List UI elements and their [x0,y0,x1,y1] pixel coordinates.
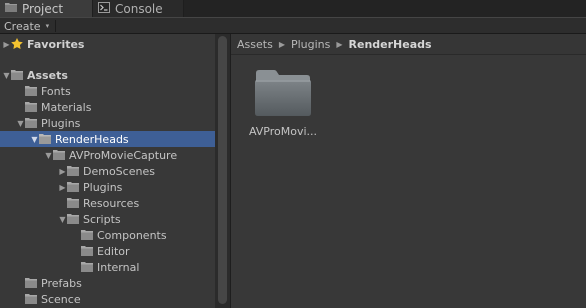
breadcrumb: Assets ▶ Plugins ▶ RenderHeads [231,34,586,55]
asset-grid: AVProMovi... [231,55,586,308]
folder-icon [25,294,37,304]
tab-console-label: Console [115,1,163,16]
tree-row-resources[interactable]: Resources [0,195,215,211]
tree-row-renderheads[interactable]: ▼ RenderHeads [0,131,215,147]
collapse-arrow-icon[interactable]: ▼ [16,119,25,128]
breadcrumb-separator-icon: ▶ [336,39,343,49]
tree-row-demoscenes[interactable]: ▶ DemoScenes [0,163,215,179]
tree-row-plugins-nested[interactable]: ▶ Plugins [0,179,215,195]
folder-icon [81,246,93,256]
chevron-down-icon: ▾ [45,22,50,30]
project-toolbar: Create ▾ [0,17,586,34]
tree-row-avpromoviecapture[interactable]: ▼ AVProMovieCapture [0,147,215,163]
folder-icon [25,86,37,96]
folder-tree: ▶ Favorites ▼ Assets Fonts Materials ▼ P… [0,34,215,308]
expand-arrow-icon[interactable]: ▶ [58,183,67,192]
folder-icon [53,150,65,160]
tree-row-label: AVProMovieCapture [69,148,178,162]
collapse-arrow-icon[interactable]: ▼ [44,151,53,160]
folder-icon [67,198,79,208]
create-button-label: Create [4,19,41,33]
tree-row-plugins[interactable]: ▼ Plugins [0,115,215,131]
star-icon [11,38,23,49]
tab-console[interactable]: Console [93,0,184,17]
project-icon [5,2,17,15]
folder-icon [11,70,23,80]
asset-item-label: AVProMovi... [248,125,318,138]
tree-scrollbar-thumb[interactable] [218,36,227,304]
breadcrumb-item-assets[interactable]: Assets [237,38,273,51]
console-icon [98,1,110,16]
tree-row-label: Favorites [27,37,85,51]
expand-arrow-icon[interactable]: ▶ [2,40,11,49]
toolbar-divider [55,20,56,32]
tree-row-prefabs[interactable]: Prefabs [0,275,215,291]
tree-row-label: Fonts [41,84,71,98]
tree-row-label: DemoScenes [83,164,155,178]
folder-icon [39,134,51,144]
tree-scrollbar[interactable] [215,34,230,308]
window-tab-bar: Project Console [0,0,586,17]
folder-icon [67,214,79,224]
tree-row-favorites[interactable]: ▶ Favorites [0,36,215,52]
tree-row-label: RenderHeads [55,132,129,146]
expand-arrow-icon[interactable]: ▶ [58,167,67,176]
tree-row-fonts[interactable]: Fonts [0,83,215,99]
tree-row-label: Scripts [83,212,121,226]
breadcrumb-separator-icon: ▶ [278,39,285,49]
tree-row-label: Plugins [41,116,81,130]
tree-row-internal[interactable]: Internal [0,259,215,275]
breadcrumb-item-renderheads[interactable]: RenderHeads [349,38,432,51]
large-folder-icon [247,69,319,117]
collapse-arrow-icon[interactable]: ▼ [58,215,67,224]
breadcrumb-item-plugins[interactable]: Plugins [291,38,330,51]
folder-icon [25,102,37,112]
folder-icon [25,278,37,288]
tree-row-assets[interactable]: ▼ Assets [0,67,215,83]
tree-row-editor[interactable]: Editor [0,243,215,259]
tree-row-label: Resources [83,196,140,210]
tree-row-scence[interactable]: Scence [0,291,215,307]
collapse-arrow-icon[interactable]: ▼ [30,135,39,144]
tree-row-label: Materials [41,100,92,114]
tree-row-label: Prefabs [41,276,82,290]
folder-icon [25,118,37,128]
folder-icon [67,182,79,192]
create-dropdown-button[interactable]: Create ▾ [4,19,49,33]
folder-icon [81,262,93,272]
tree-row-label: Editor [97,244,130,258]
tree-row-scripts[interactable]: ▼ Scripts [0,211,215,227]
tree-row-label: Assets [27,68,68,82]
tab-project-label: Project [22,1,64,16]
collapse-arrow-icon[interactable]: ▼ [2,71,11,80]
folder-icon [67,166,79,176]
tree-row-label: Scence [41,292,81,306]
tree-row-label: Plugins [83,180,123,194]
tab-project[interactable]: Project [0,0,93,17]
tree-row-label: Components [97,228,167,242]
tree-row-materials[interactable]: Materials [0,99,215,115]
folder-icon [81,230,93,240]
tree-row-components[interactable]: Components [0,227,215,243]
asset-item-avpromoviecapture[interactable]: AVProMovi... [247,69,319,138]
tree-row-label: Internal [97,260,140,274]
